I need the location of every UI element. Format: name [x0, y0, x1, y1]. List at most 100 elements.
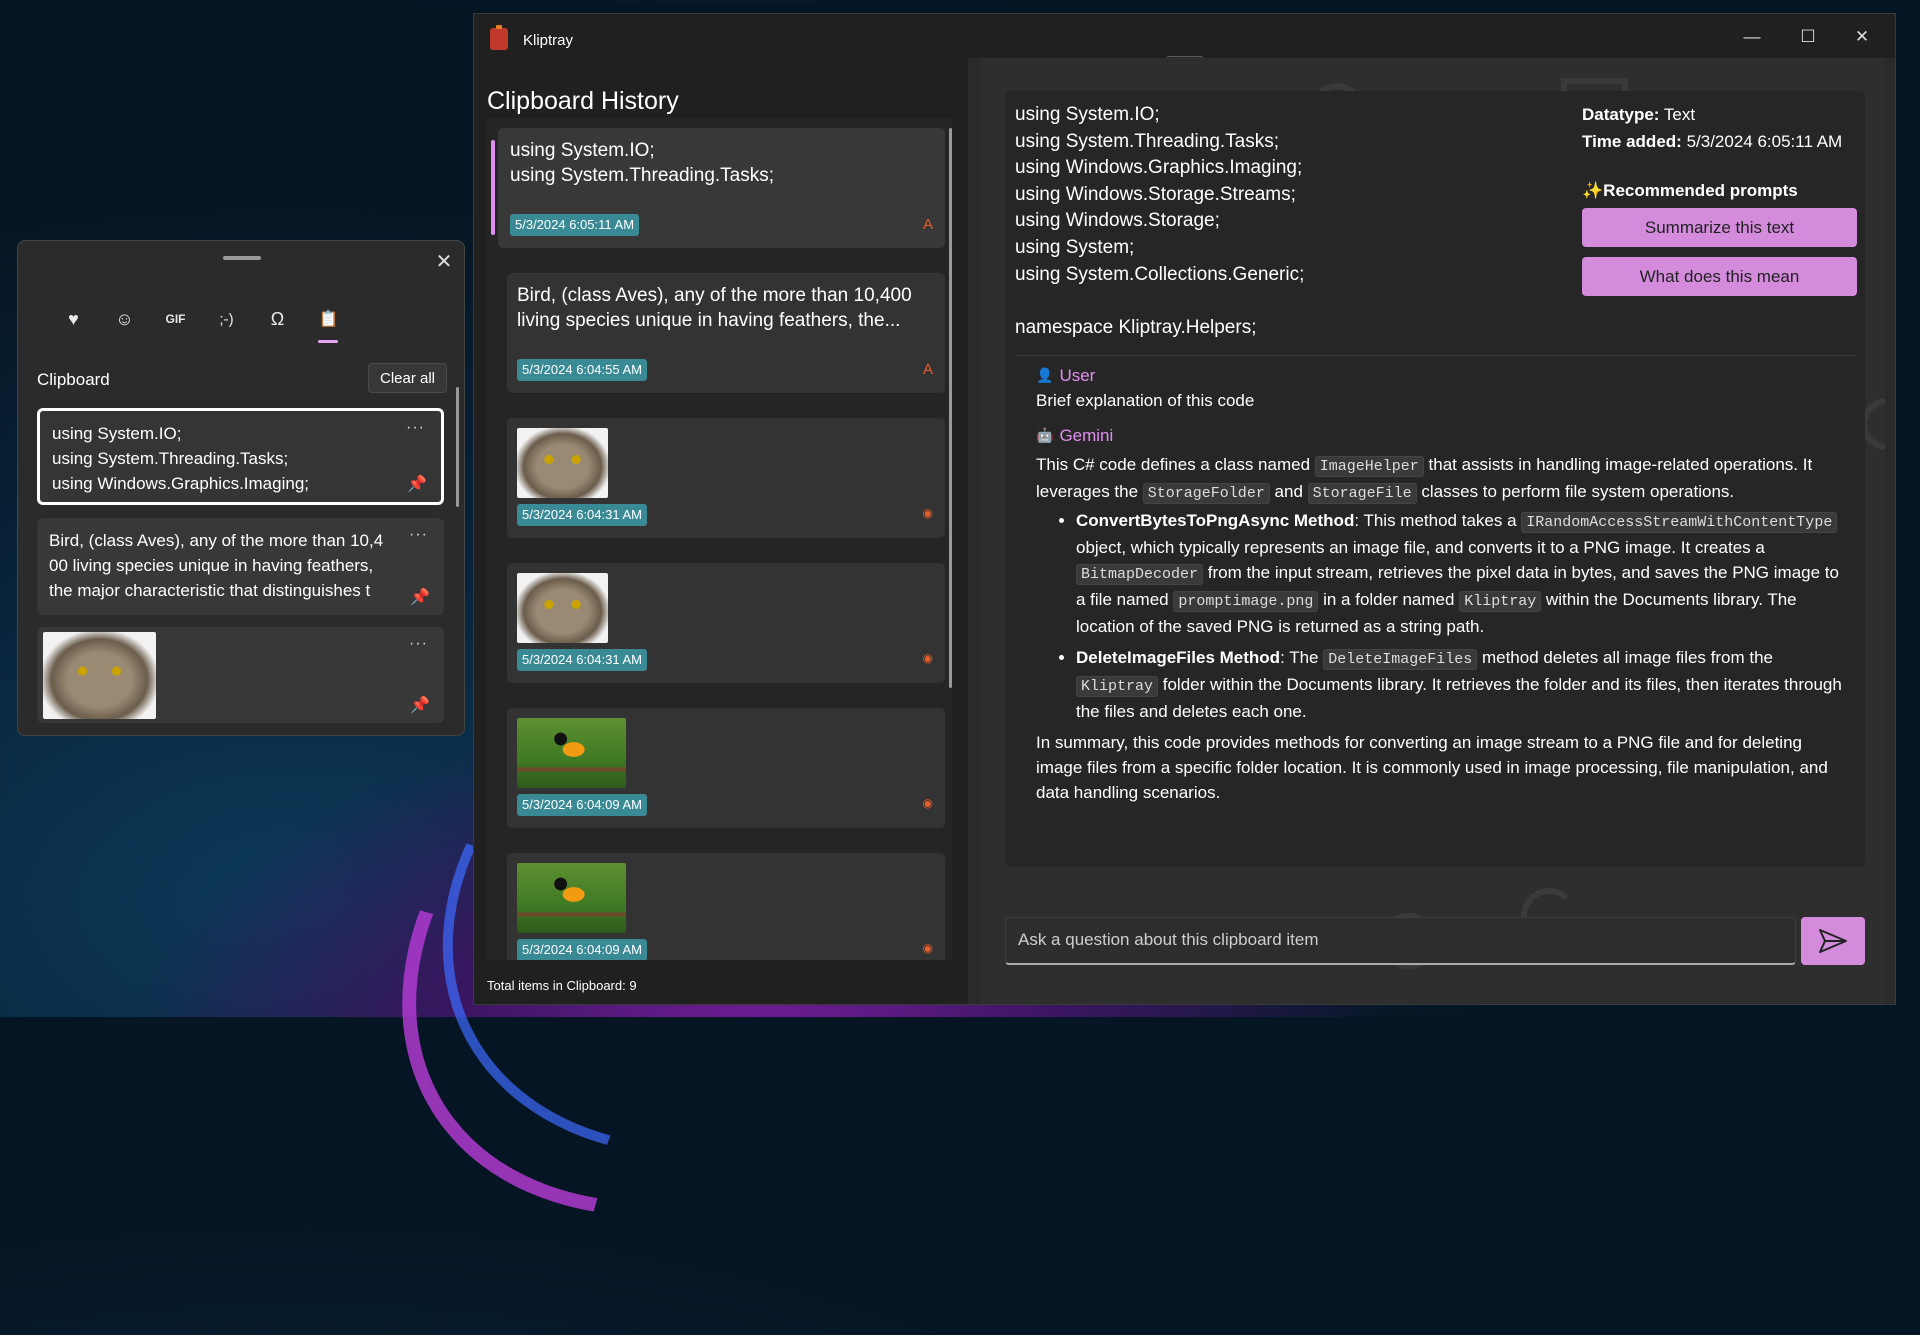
ask-input[interactable]: Ask a question about this clipboard item — [1005, 917, 1796, 965]
close-button[interactable]: ✕ — [1839, 22, 1885, 52]
user-role-label: User — [1059, 366, 1096, 385]
history-title: Clipboard History — [487, 87, 679, 115]
detail-card: using System.IO; using System.Threading.… — [1005, 91, 1865, 867]
history-list: using System.IO; using System.Threading.… — [487, 118, 952, 960]
bird-thumbnail — [517, 718, 626, 788]
bot-paragraph: This C# code defines a class named Image… — [1036, 455, 1813, 504]
history-card[interactable]: 5/3/2024 6:04:09 AM ◉ — [507, 853, 945, 960]
bot-summary: In summary, this code provides methods f… — [1036, 733, 1828, 802]
history-scrollbar[interactable] — [949, 128, 952, 688]
total-items: Total items in Clipboard: 9 — [487, 978, 637, 993]
inline-code: StorageFolder — [1142, 483, 1270, 504]
history-card[interactable]: 5/3/2024 6:04:31 AM ◉ — [507, 418, 945, 538]
image-type-icon: ◉ — [922, 796, 933, 810]
card-text: Bird, (class Aves), any of the more than… — [517, 285, 912, 331]
user-message: Brief explanation of this code — [1036, 391, 1255, 410]
bot-role-label: Gemini — [1059, 426, 1114, 445]
history-card[interactable]: using System.IO; using System.Threading.… — [498, 128, 945, 248]
more-icon[interactable]: ··· — [406, 419, 425, 437]
send-icon — [1819, 929, 1847, 953]
card-timestamp: 5/3/2024 6:04:31 AM — [517, 504, 647, 526]
more-icon[interactable]: ··· — [409, 526, 428, 544]
time-added-value: 5/3/2024 6:05:11 AM — [1686, 132, 1843, 151]
cat-thumbnail — [43, 632, 156, 719]
kaomoji-icon[interactable]: ;-) — [201, 299, 252, 339]
title-bar: Kliptray — ☐ ✕ — [474, 14, 1895, 58]
user-icon: 👤 — [1036, 367, 1054, 383]
inline-code: Kliptray — [1459, 591, 1542, 612]
inline-code: StorageFile — [1307, 483, 1417, 504]
user-role: 👤 User — [1036, 363, 1846, 388]
flyout-item[interactable]: using System.IO; using System.Threading.… — [37, 408, 444, 505]
maximize-button[interactable]: ☐ — [1785, 22, 1831, 52]
gif-icon[interactable]: GIF — [150, 299, 201, 339]
meaning-prompt-button[interactable]: What does this mean — [1582, 257, 1857, 296]
flyout-heading: Clipboard — [37, 370, 110, 389]
history-card[interactable]: Bird, (class Aves), any of the more than… — [507, 273, 945, 393]
flyout-item-text: using System.IO; using System.Threading.… — [52, 424, 310, 493]
flyout-item[interactable]: ··· 📌 — [37, 627, 444, 723]
cat-thumbnail — [517, 428, 608, 498]
divider — [1015, 355, 1857, 356]
symbols-icon[interactable]: Ω — [252, 299, 303, 339]
card-text: using System.IO; using System.Threading.… — [510, 140, 775, 186]
clear-all-button[interactable]: Clear all — [368, 363, 447, 393]
inline-code: DeleteImageFiles — [1323, 649, 1478, 670]
history-card[interactable]: 5/3/2024 6:04:09 AM ◉ — [507, 708, 945, 828]
bird-thumbnail — [517, 863, 626, 933]
bot-role: 🤖 Gemini — [1036, 423, 1846, 448]
app-icon — [490, 25, 508, 50]
image-type-icon: ◉ — [922, 651, 933, 665]
flyout-tabs: ♥ ☺ GIF ;-) Ω 📋 — [48, 299, 354, 343]
inline-code: BitmapDecoder — [1076, 564, 1204, 585]
text-type-icon: A — [922, 361, 933, 378]
emoji-icon[interactable]: ☺ — [99, 299, 150, 339]
datatype-label: Datatype: — [1582, 105, 1660, 124]
recommended-prompts-title: ✨Recommended prompts — [1582, 181, 1798, 200]
clip-content: using System.IO; using System.Threading.… — [1015, 104, 1305, 338]
flyout-item-text: Bird, (class Aves), any of the more than… — [49, 531, 384, 600]
inline-code: Kliptray — [1076, 676, 1159, 697]
history-pane: Clipboard History using System.IO; using… — [474, 58, 968, 1004]
card-timestamp: 5/3/2024 6:04:31 AM — [517, 649, 647, 671]
history-card[interactable]: 5/3/2024 6:04:31 AM ◉ — [507, 563, 945, 683]
metadata: Datatype: Text Time added: 5/3/2024 6:05… — [1582, 101, 1842, 155]
card-timestamp: 5/3/2024 6:05:11 AM — [510, 214, 640, 236]
datatype-value: Text — [1663, 105, 1696, 124]
time-added-label: Time added: — [1582, 132, 1682, 151]
send-button[interactable] — [1801, 917, 1865, 965]
app-title: Kliptray — [523, 32, 574, 49]
selection-indicator — [491, 140, 495, 235]
cat-thumbnail — [517, 573, 608, 643]
close-icon[interactable]: ✕ — [430, 247, 458, 275]
detail-background: using System.IO; using System.Threading.… — [981, 58, 1885, 1004]
minimize-button[interactable]: — — [1729, 22, 1775, 52]
inline-code: IRandomAccessStreamWithContentType — [1521, 512, 1838, 533]
card-timestamp: 5/3/2024 6:04:55 AM — [517, 359, 647, 381]
robot-icon: 🤖 — [1036, 427, 1054, 443]
inline-code: ImageHelper — [1314, 456, 1424, 477]
pin-icon[interactable]: 📌 — [407, 474, 427, 494]
clipboard-flyout: ✕ ♥ ☺ GIF ;-) Ω 📋 Clipboard Clear all us… — [17, 240, 465, 736]
bullet-delete: DeleteImageFiles Method: The DeleteImage… — [1076, 645, 1846, 724]
card-timestamp: 5/3/2024 6:04:09 AM — [517, 794, 647, 816]
detail-pane: using System.IO; using System.Threading.… — [968, 58, 1895, 1004]
summarize-prompt-button[interactable]: Summarize this text — [1582, 208, 1857, 247]
more-icon[interactable]: ··· — [409, 635, 428, 653]
pin-icon[interactable]: 📌 — [410, 587, 430, 607]
pin-icon[interactable]: 📌 — [410, 695, 430, 715]
drag-handle[interactable] — [223, 256, 261, 260]
clipboard-icon[interactable]: 📋 — [303, 299, 354, 343]
chat-thread: 👤 User Brief explanation of this code 🤖 Ge… — [1036, 363, 1846, 805]
kliptray-window: Kliptray — ☐ ✕ Clipboard History using S… — [473, 13, 1896, 1005]
text-type-icon: A — [922, 216, 933, 233]
card-timestamp: 5/3/2024 6:04:09 AM — [517, 939, 647, 960]
favorites-icon[interactable]: ♥ — [48, 299, 99, 339]
image-type-icon: ◉ — [922, 941, 933, 955]
image-type-icon: ◉ — [922, 506, 933, 520]
bullet-convert: ConvertBytesToPngAsync Method: This meth… — [1076, 508, 1846, 639]
inline-code: promptimage.png — [1173, 591, 1319, 612]
flyout-item[interactable]: Bird, (class Aves), any of the more than… — [37, 518, 444, 615]
bot-bullets: ConvertBytesToPngAsync Method: This meth… — [1036, 508, 1846, 724]
flyout-scrollbar[interactable] — [456, 387, 459, 507]
